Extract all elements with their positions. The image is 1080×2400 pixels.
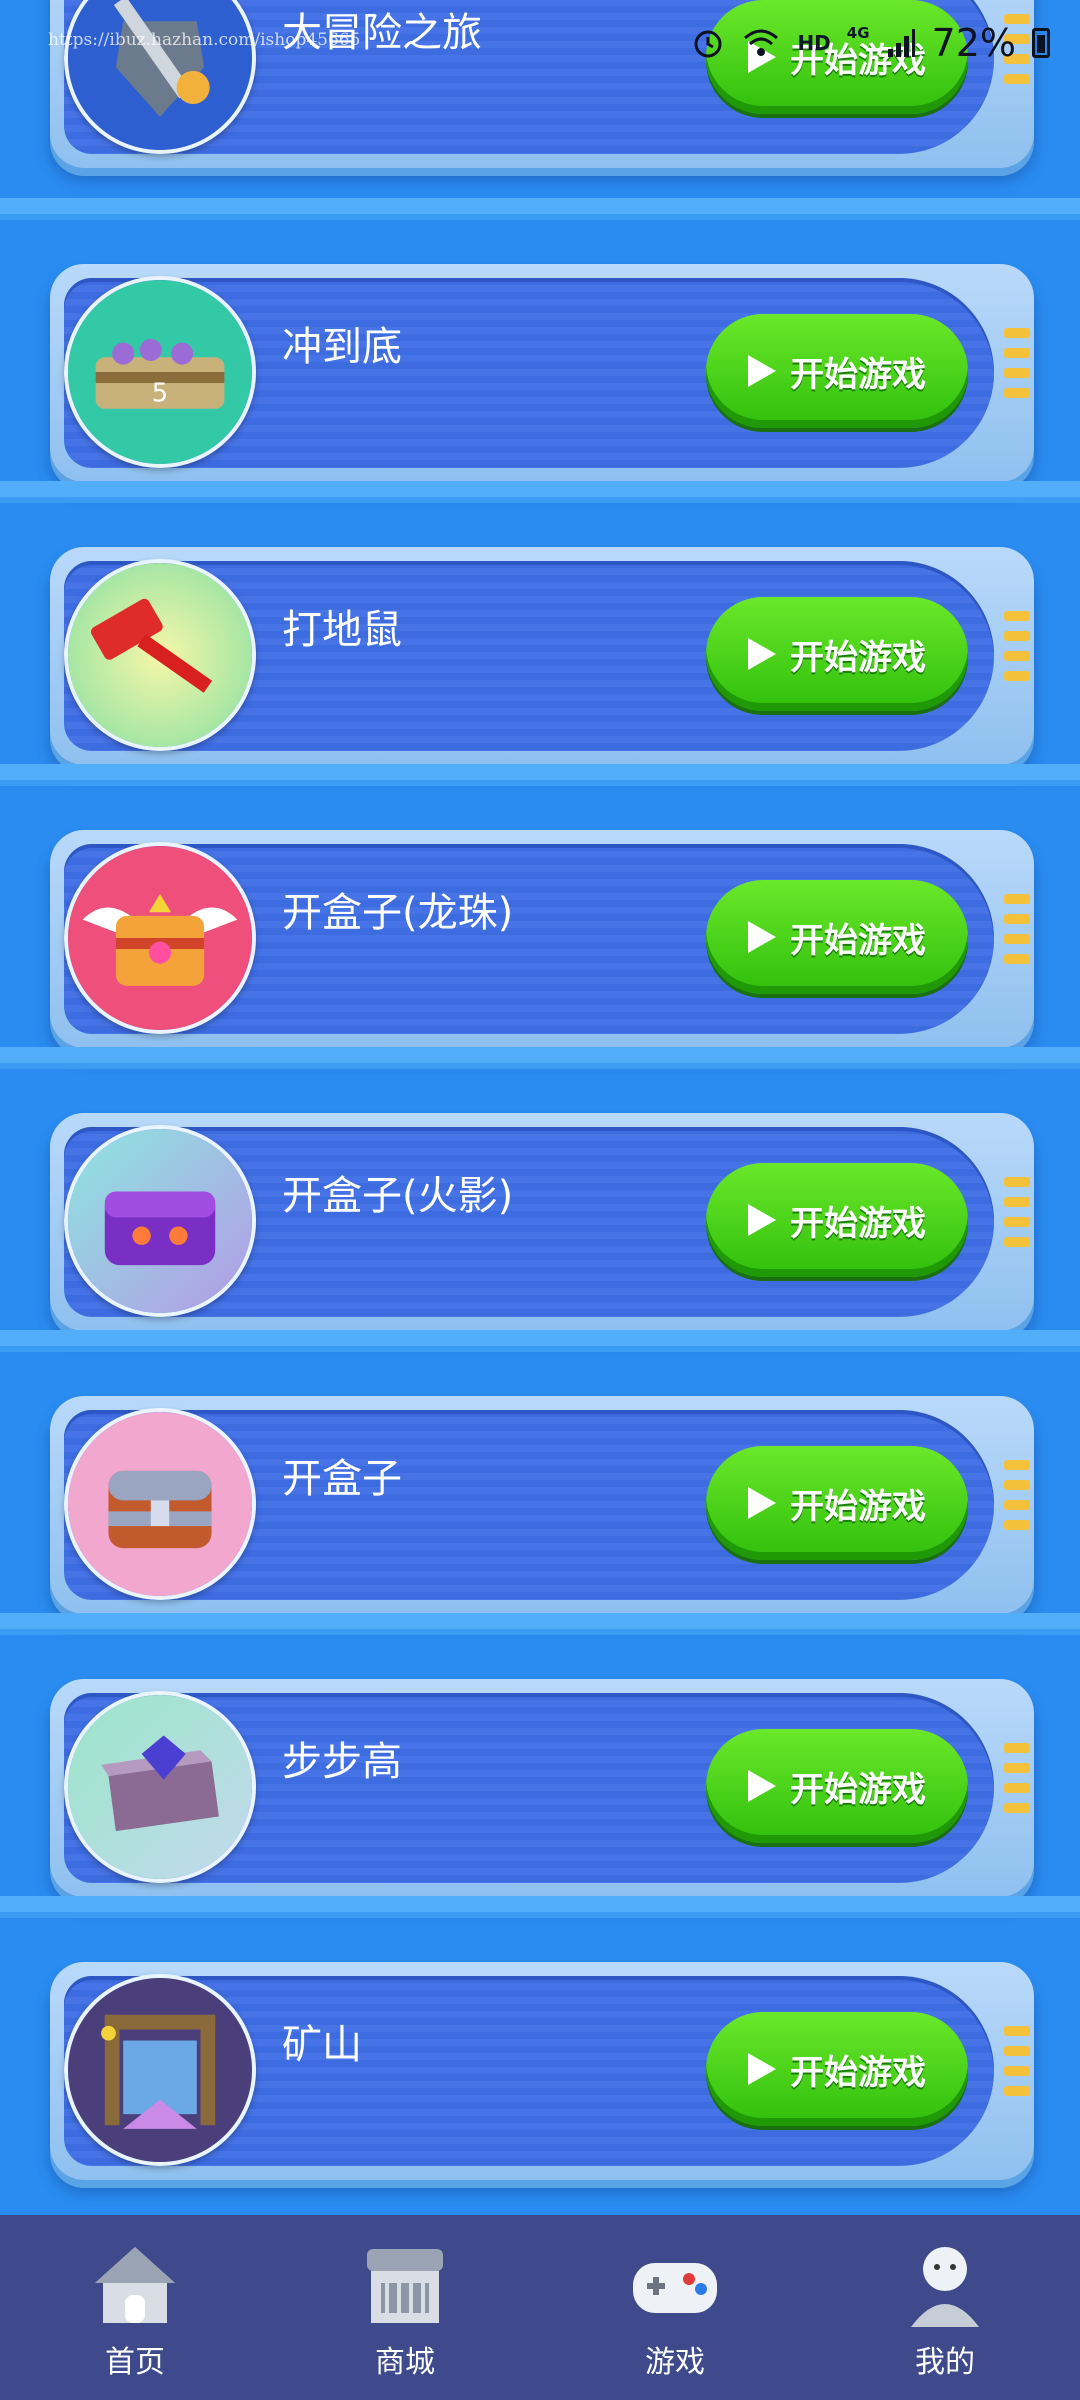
- grip-handle: [1004, 894, 1030, 964]
- grip-handle: [1004, 1177, 1030, 1247]
- gem-box-icon: [64, 1691, 256, 1883]
- game-title: 步步高: [282, 1739, 402, 1785]
- game-card[interactable]: 开盒子(火影) 开始游戏: [50, 1113, 1034, 1331]
- bottom-nav: 首页 商城 游戏 我的: [0, 2215, 1080, 2400]
- nav-label: 商城: [375, 2345, 435, 2380]
- start-game-button[interactable]: 开始游戏: [706, 1446, 968, 1560]
- start-game-button[interactable]: 开始游戏: [706, 597, 968, 711]
- network-type: 4G: [846, 24, 870, 42]
- game-card[interactable]: 矿山 开始游戏: [50, 1962, 1034, 2180]
- purple-chest-icon: [64, 1125, 256, 1317]
- treasure-chest-icon: [64, 1408, 256, 1600]
- game-row: 开盒子(火影) 开始游戏: [0, 1047, 1080, 1331]
- play-icon: [748, 921, 776, 953]
- game-row: 开盒子(龙珠) 开始游戏: [0, 764, 1080, 1048]
- nav-label: 首页: [105, 2345, 165, 2380]
- game-row: 步步高 开始游戏: [0, 1613, 1080, 1897]
- play-icon: [748, 1770, 776, 1802]
- game-title: 冲到底: [282, 324, 402, 370]
- game-title: 开盒子(火影): [282, 1173, 514, 1219]
- signal-icon: [887, 29, 915, 57]
- play-icon: [748, 1204, 776, 1236]
- winged-chest-icon: [64, 842, 256, 1034]
- battery-percent: 72%: [931, 21, 1016, 65]
- game-row: 矿山 开始游戏: [0, 1896, 1080, 2180]
- gamepad-icon: [633, 2263, 717, 2313]
- game-list[interactable]: 大冒险之旅 开始游戏 5 冲到底 开始游戏 打地鼠 开始游戏 开盒子(龙珠) 开…: [0, 0, 1080, 2215]
- start-game-button[interactable]: 开始游戏: [706, 314, 968, 428]
- game-row: 5 冲到底 开始游戏: [0, 198, 1080, 482]
- game-title: 开盒子(龙珠): [282, 890, 514, 936]
- mine-scene-icon: [64, 1974, 256, 2166]
- play-icon: [748, 638, 776, 670]
- game-title: 开盒子: [282, 1456, 402, 1502]
- svg-text:5: 5: [152, 378, 168, 408]
- game-title: 打地鼠: [282, 607, 402, 653]
- grip-handle: [1004, 2026, 1030, 2096]
- game-card[interactable]: 步步高 开始游戏: [50, 1679, 1034, 1897]
- play-icon: [748, 355, 776, 387]
- nav-games[interactable]: 游戏: [575, 2215, 775, 2381]
- watermark-text: https://ibuz.hazhan.com/ishop45665: [48, 30, 361, 50]
- hammer-icon: [64, 559, 256, 751]
- shop-icon: [367, 2249, 443, 2323]
- home-icon: [95, 2247, 175, 2323]
- nav-label: 游戏: [645, 2345, 705, 2380]
- grip-handle: [1004, 1460, 1030, 1530]
- nav-shop[interactable]: 商城: [305, 2215, 505, 2381]
- game-title: 矿山: [282, 2022, 362, 2068]
- start-game-button[interactable]: 开始游戏: [706, 1729, 968, 1843]
- game-card[interactable]: 开盒子 开始游戏: [50, 1396, 1034, 1614]
- start-game-button[interactable]: 开始游戏: [706, 2012, 968, 2126]
- play-icon: [748, 1487, 776, 1519]
- start-game-button[interactable]: 开始游戏: [706, 880, 968, 994]
- alarm-icon: [694, 30, 722, 58]
- game-card[interactable]: 开盒子(龙珠) 开始游戏: [50, 830, 1034, 1048]
- game-row: 打地鼠 开始游戏: [0, 481, 1080, 765]
- nav-home[interactable]: 首页: [35, 2215, 235, 2381]
- game-row: 开盒子 开始游戏: [0, 1330, 1080, 1614]
- hd-indicator: HD: [797, 31, 831, 55]
- user-icon: [911, 2247, 979, 2327]
- start-game-button[interactable]: 开始游戏: [706, 1163, 968, 1277]
- nav-label: 我的: [915, 2345, 975, 2380]
- grip-handle: [1004, 611, 1030, 681]
- wifi-icon: [744, 29, 779, 56]
- play-icon: [748, 2053, 776, 2085]
- game-card[interactable]: 5 冲到底 开始游戏: [50, 264, 1034, 482]
- mine-cart-icon: 5: [64, 276, 256, 468]
- grip-handle: [1004, 328, 1030, 398]
- status-bar: https://ibuz.hazhan.com/ishop45665 HD 4G…: [0, 0, 1080, 90]
- game-card[interactable]: 打地鼠 开始游戏: [50, 547, 1034, 765]
- grip-handle: [1004, 1743, 1030, 1813]
- nav-profile[interactable]: 我的: [845, 2215, 1045, 2381]
- battery-icon: [1032, 28, 1050, 58]
